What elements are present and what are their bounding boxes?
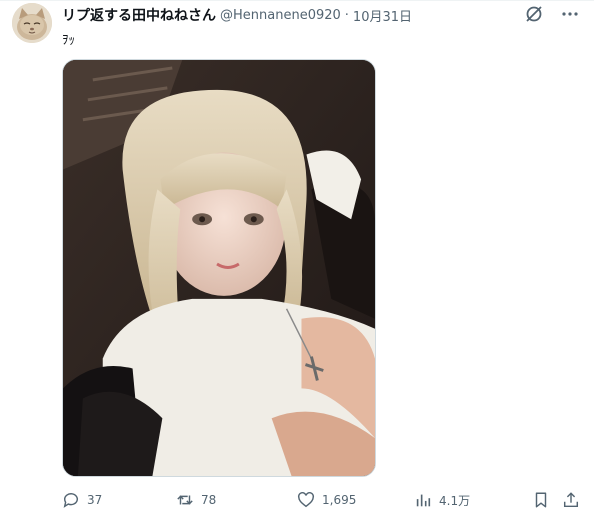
bookmark-icon: [535, 492, 547, 508]
views-icon: [416, 494, 431, 507]
reply-count: 37: [87, 493, 103, 507]
retweet-button[interactable]: 78: [176, 489, 216, 511]
retweet-icon: [177, 495, 193, 505]
tweet-photo[interactable]: [62, 59, 376, 477]
grok-icon[interactable]: [524, 4, 544, 24]
bookmark-button[interactable]: [532, 489, 550, 511]
tweet-actions: 37 78 1,695 4.1万: [62, 489, 582, 511]
views-button[interactable]: 4.1万: [414, 489, 470, 511]
tweet-date[interactable]: 10月31日: [353, 6, 412, 25]
share-button[interactable]: [562, 489, 580, 511]
avatar[interactable]: [12, 3, 52, 43]
cat-avatar-icon: [12, 3, 52, 43]
view-count: 4.1万: [439, 493, 471, 508]
heart-icon: [298, 492, 314, 508]
retweet-count: 78: [201, 493, 217, 507]
author-handle[interactable]: @Hennanene0920: [220, 8, 341, 23]
separator-dot: ·: [344, 7, 349, 23]
tweet-text: ｦｯ: [62, 33, 75, 48]
like-button[interactable]: 1,695: [297, 489, 356, 511]
share-icon: [563, 492, 579, 508]
author-display-name[interactable]: リプ返する田中ねねさん: [62, 5, 216, 25]
tweet-top-icons: [524, 4, 580, 24]
tweet[interactable]: リプ返する田中ねねさん @Hennanene0920 · 10月31日 ｦｯ 3…: [0, 0, 594, 521]
photo-image: [63, 60, 375, 476]
like-count: 1,695: [322, 493, 357, 507]
more-icon[interactable]: [560, 4, 580, 24]
tweet-header: リプ返する田中ねねさん @Hennanene0920 · 10月31日: [62, 5, 412, 25]
reply-icon: [63, 493, 78, 508]
reply-button[interactable]: 37: [62, 489, 102, 511]
